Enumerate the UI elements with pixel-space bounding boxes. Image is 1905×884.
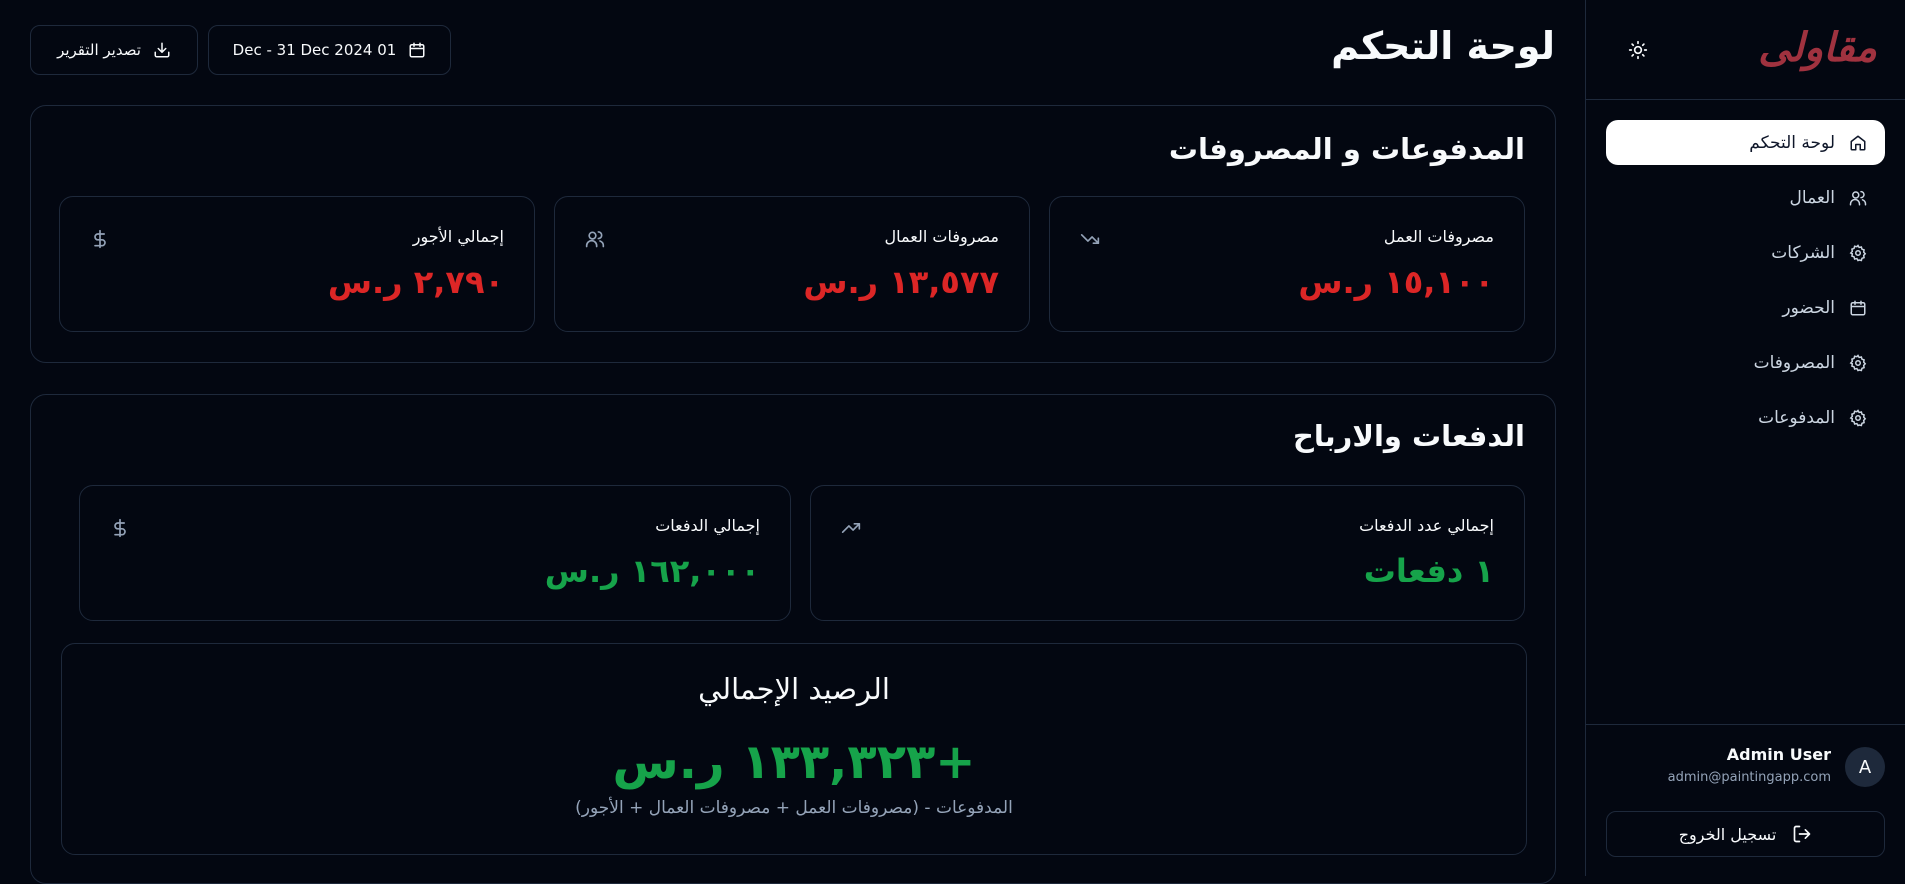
sidebar-item-attendance[interactable]: الحضور <box>1606 285 1885 330</box>
sidebar-item-label: الحضور <box>1782 297 1835 318</box>
export-label: تصدير التقرير <box>57 41 141 59</box>
sidebar-item-dashboard[interactable]: لوحة التحكم <box>1606 120 1885 165</box>
sidebar-item-companies[interactable]: الشركات <box>1606 230 1885 275</box>
balance-value: +١٣٣,٣٢٣ ر.س <box>612 734 976 790</box>
sidebar-nav: لوحة التحكم العمال الشركات الحضور المصرو… <box>1606 120 1885 450</box>
logout-button[interactable]: تسجيل الخروج <box>1606 811 1885 857</box>
stat-label: إجمالي الأجور <box>412 227 504 246</box>
stat-label: إجمالي الدفعات <box>655 516 760 535</box>
sidebar-item-label: المصروفات <box>1753 352 1835 373</box>
stat-value: ١٦٢,٠٠٠ ر.س <box>544 552 760 590</box>
trending-down-icon <box>1080 229 1100 249</box>
stat-value: ١٣,٥٧٧ ر.س <box>803 263 999 301</box>
stat-value: ١٥,١٠٠ ر.س <box>1298 263 1494 301</box>
brand-logo[interactable]: مقاولى <box>1758 24 1877 71</box>
brand-bar: مقاولى <box>1586 0 1905 100</box>
home-icon <box>1847 132 1869 154</box>
sidebar-item-label: لوحة التحكم <box>1749 132 1835 153</box>
stat-value: ١ دفعات <box>1363 552 1494 590</box>
dollar-icon <box>110 518 130 538</box>
section-title: المدفوعات و المصروفات <box>1168 132 1525 166</box>
stat-label: مصروفات العمال <box>884 227 999 246</box>
sidebar-item-label: المدفوعات <box>1758 407 1835 428</box>
balance-formula: المدفوعات - (مصروفات العمل + مصروفات الع… <box>575 798 1013 818</box>
gear-icon <box>1847 407 1869 429</box>
sidebar-item-label: العمال <box>1789 187 1835 208</box>
sidebar-item-payments[interactable]: المدفوعات <box>1606 395 1885 440</box>
avatar[interactable]: A <box>1845 747 1885 787</box>
theme-toggle-sun-icon[interactable] <box>1626 38 1650 62</box>
user-panel: A Admin User admin@paintingapp.com تسجيل… <box>1586 724 1905 876</box>
user-email: admin@paintingapp.com <box>1667 770 1831 785</box>
users-icon <box>585 229 605 249</box>
sidebar-item-expenses[interactable]: المصروفات <box>1606 340 1885 385</box>
total-balance-card: الرصيد الإجمالي +١٣٣,٣٢٣ ر.س المدفوعات -… <box>61 643 1527 855</box>
date-range-text: Dec - 31 Dec 2024 01 <box>232 41 397 59</box>
balance-title: الرصيد الإجمالي <box>698 672 890 706</box>
dollar-icon <box>90 229 110 249</box>
payments-profits-section: الدفعات والارباح إجمالي عدد الدفعات ١ دف… <box>30 394 1556 884</box>
logout-icon <box>1792 824 1812 844</box>
payments-expenses-section: المدفوعات و المصروفات مصروفات العمل ١٥,١… <box>30 105 1556 363</box>
work-expenses-card: مصروفات العمل ١٥,١٠٠ ر.س <box>1049 196 1525 332</box>
date-range-picker[interactable]: Dec - 31 Dec 2024 01 <box>208 25 451 75</box>
stat-label: إجمالي عدد الدفعات <box>1359 516 1494 535</box>
page-title: لوحة التحكم <box>1331 24 1555 68</box>
stat-label: مصروفات العمل <box>1383 227 1494 246</box>
sidebar-item-workers[interactable]: العمال <box>1606 175 1885 220</box>
gear-icon <box>1847 352 1869 374</box>
user-name: Admin User <box>1726 745 1831 764</box>
export-report-button[interactable]: تصدير التقرير <box>30 25 198 75</box>
download-icon <box>153 41 171 59</box>
sidebar-item-label: الشركات <box>1771 242 1835 263</box>
total-payments-card: إجمالي الدفعات ١٦٢,٠٠٠ ر.س <box>79 485 791 621</box>
total-wages-card: إجمالي الأجور ٢,٧٩٠ ر.س <box>59 196 535 332</box>
stat-value: ٢,٧٩٠ ر.س <box>327 263 504 301</box>
section-title: الدفعات والارباح <box>1293 419 1525 453</box>
users-icon <box>1847 187 1869 209</box>
calendar-icon <box>1847 297 1869 319</box>
trending-up-icon <box>841 518 861 538</box>
calendar-icon <box>408 41 426 59</box>
sidebar: مقاولى لوحة التحكم العمال الشركات الحضور… <box>1585 0 1905 876</box>
logout-label: تسجيل الخروج <box>1678 824 1777 844</box>
workers-expenses-card: مصروفات العمال ١٣,٥٧٧ ر.س <box>554 196 1030 332</box>
gear-icon <box>1847 242 1869 264</box>
payments-count-card: إجمالي عدد الدفعات ١ دفعات <box>810 485 1525 621</box>
